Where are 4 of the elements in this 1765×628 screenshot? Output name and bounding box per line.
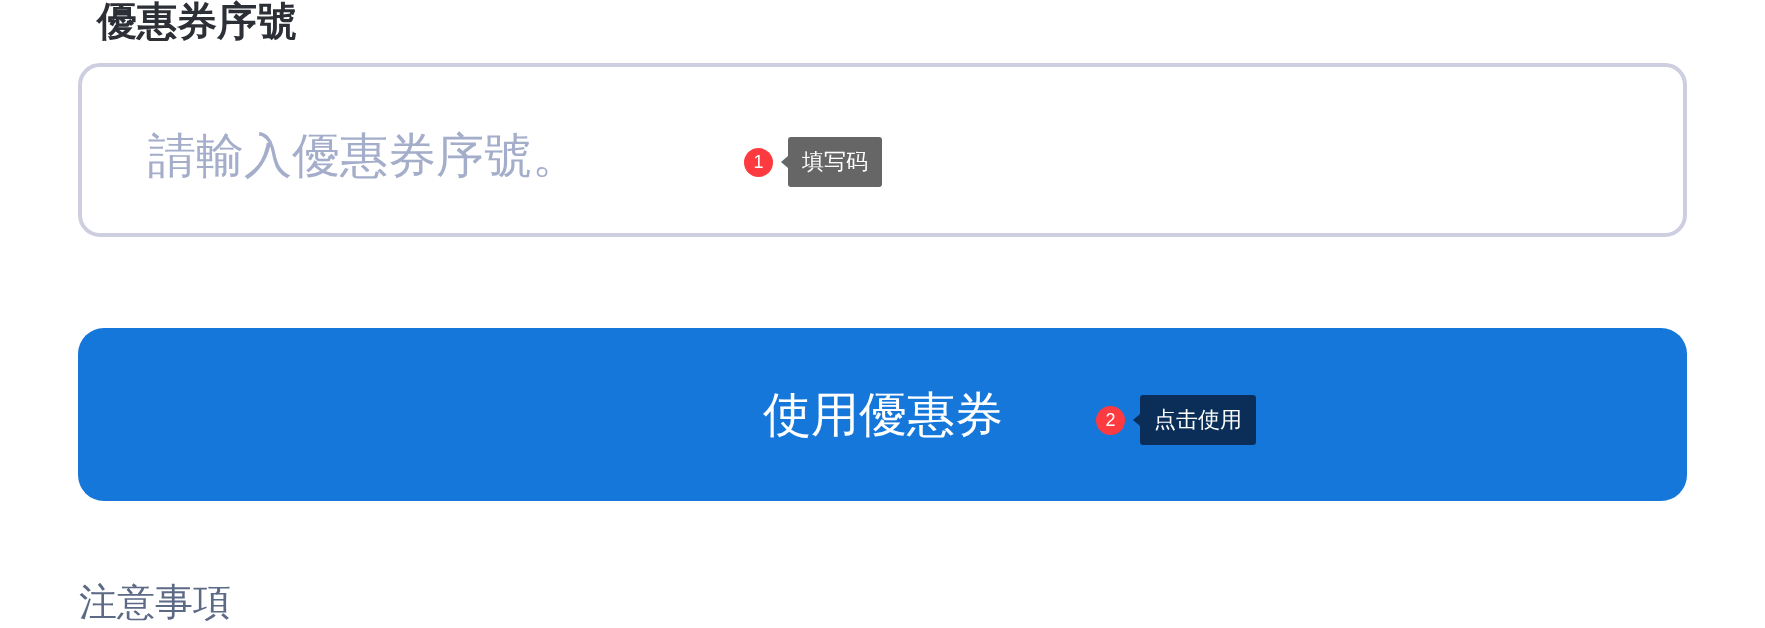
tooltip: 点击使用 <box>1140 395 1256 445</box>
notes-heading: 注意事項 <box>79 581 231 623</box>
tooltip: 填写码 <box>788 137 882 187</box>
coupon-code-label: 優惠券序號 <box>97 0 297 43</box>
